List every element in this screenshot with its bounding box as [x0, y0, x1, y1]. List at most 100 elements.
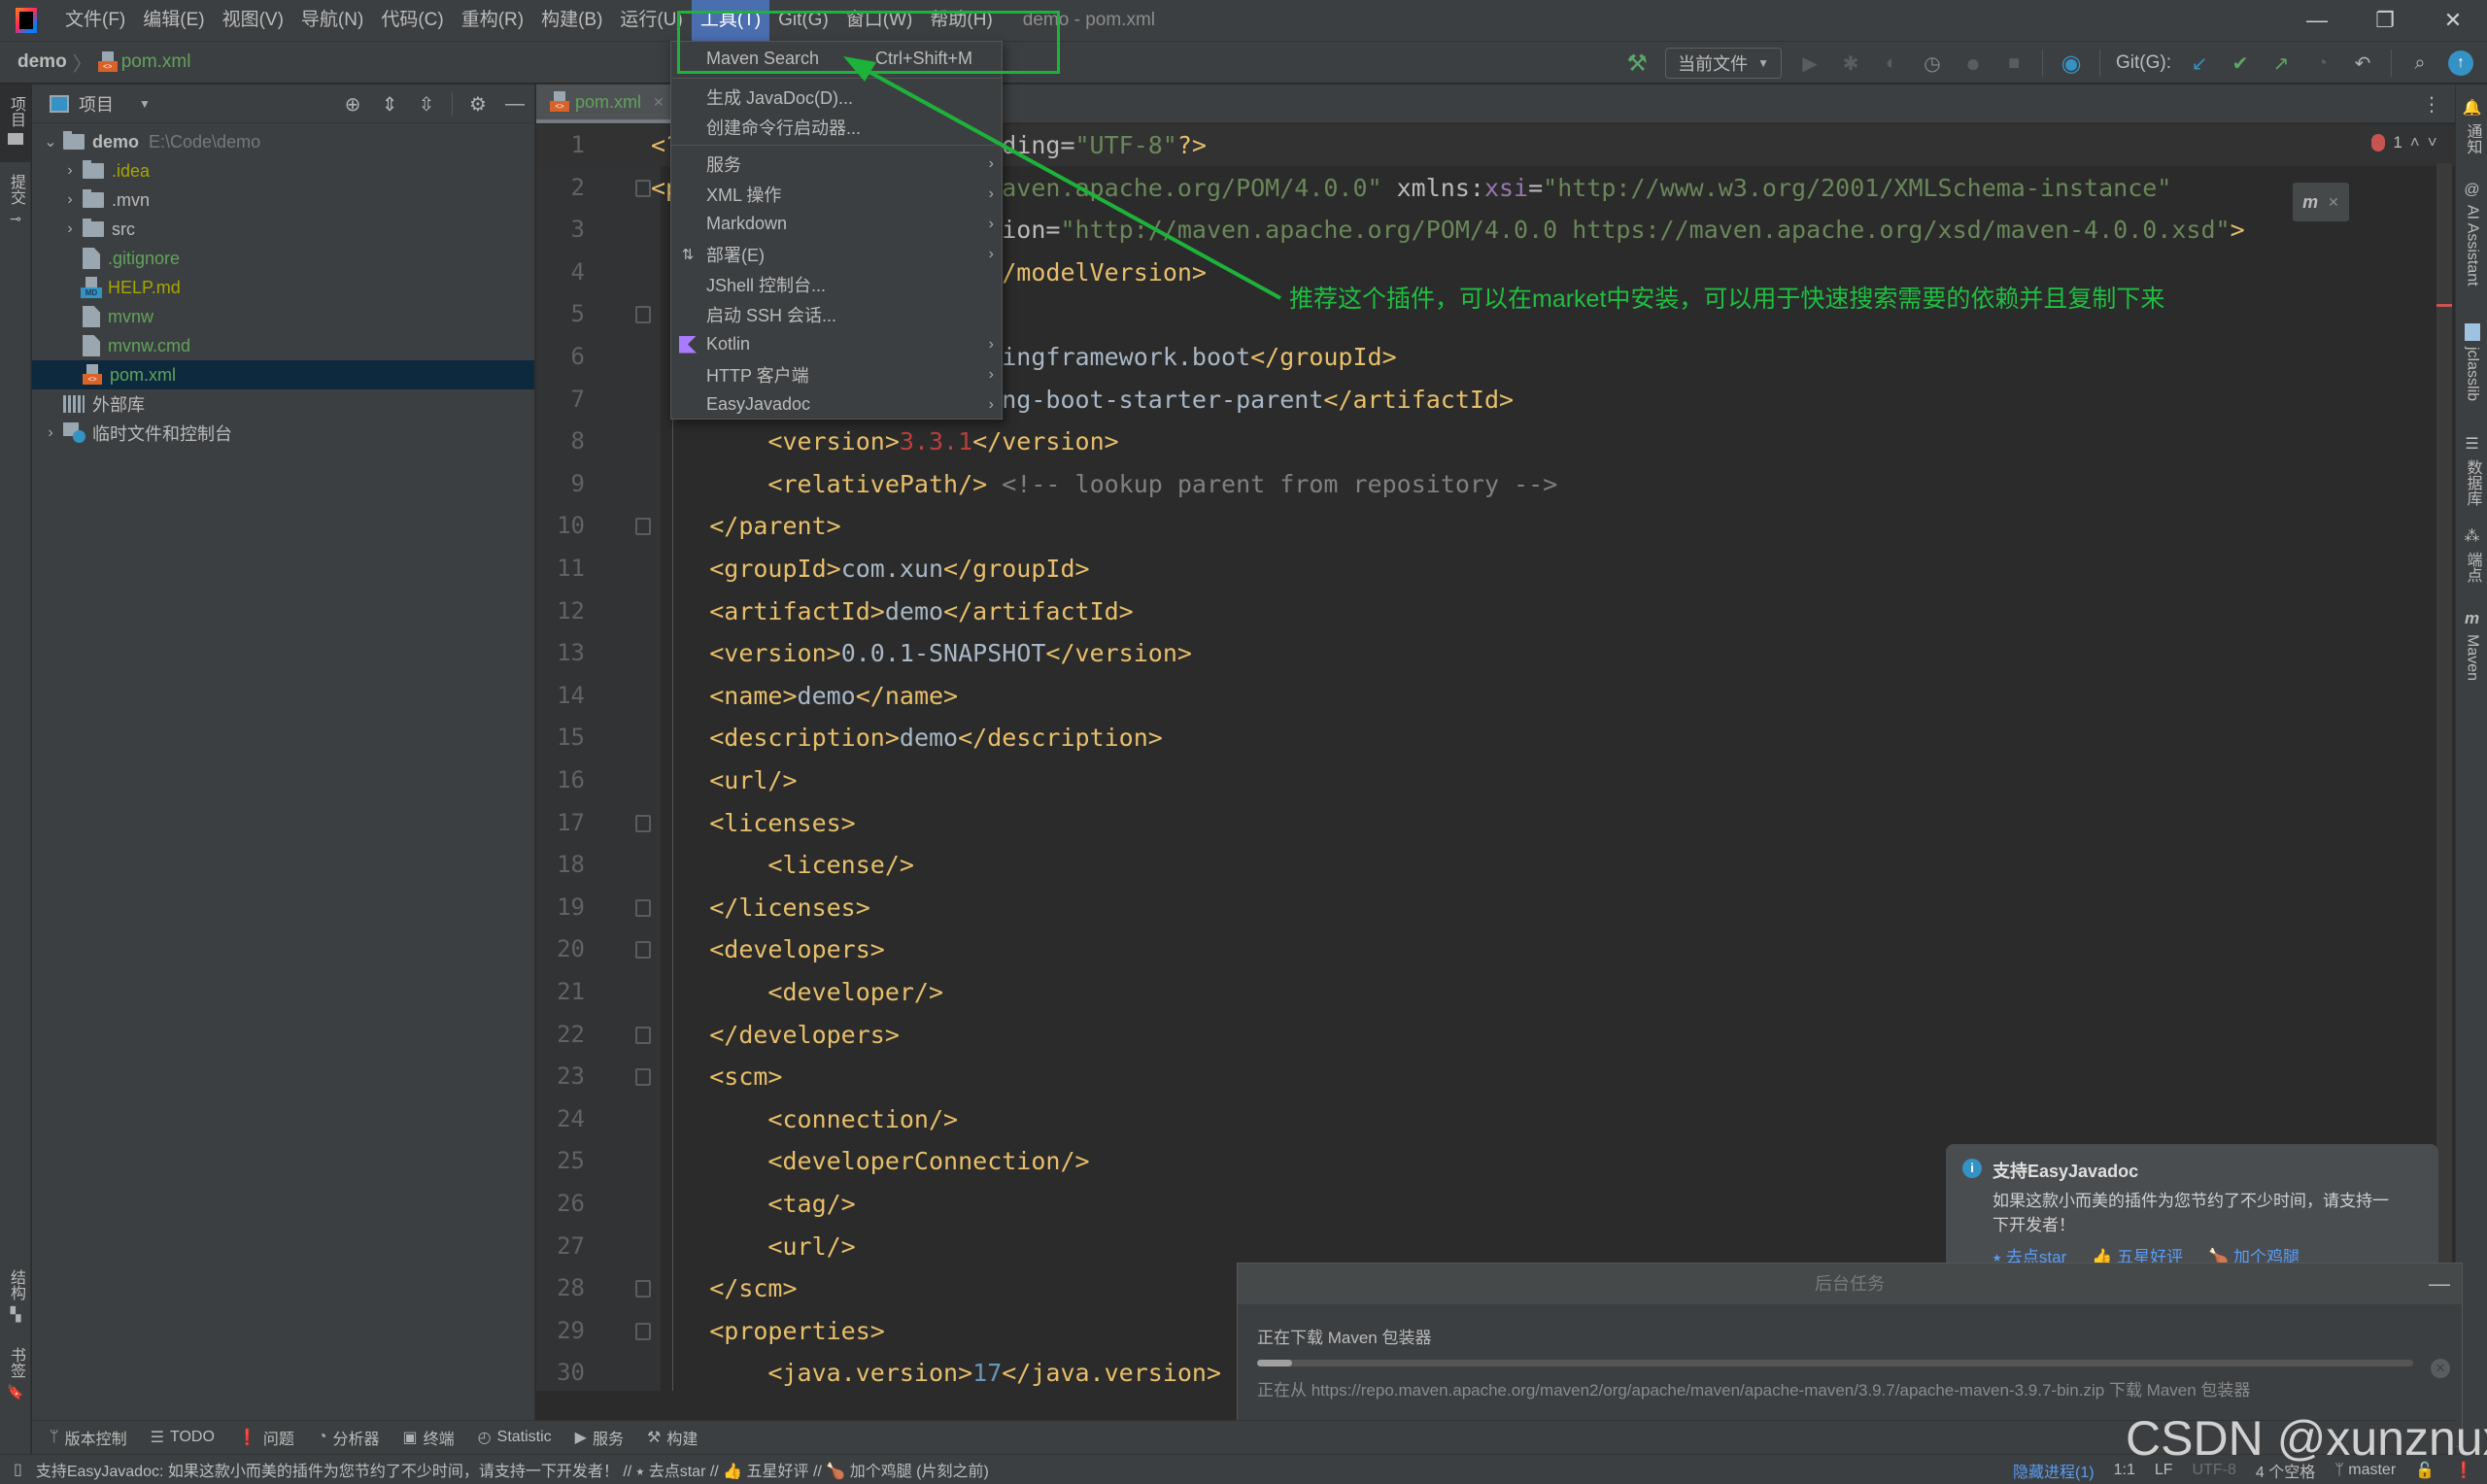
- menu-item[interactable]: 窗口(W): [837, 0, 922, 41]
- tool-tab-ai-assistant[interactable]: @ AI Assistant: [2456, 182, 2487, 287]
- tools-menu-item[interactable]: ⇅ 部署(E) ›: [671, 239, 1002, 269]
- code-line[interactable]: 14 <name>demo</name>: [536, 675, 2455, 717]
- line-number[interactable]: 22: [536, 1014, 585, 1056]
- fold-marker-icon[interactable]: [635, 179, 651, 197]
- close-icon[interactable]: ✕: [2328, 194, 2339, 211]
- bottom-tool-tab[interactable]: ▶ 服务: [575, 1426, 624, 1449]
- bottom-tool-tab[interactable]: ⚒ 构建: [647, 1426, 698, 1449]
- line-number[interactable]: 29: [536, 1310, 585, 1352]
- status-message[interactable]: ▯ 支持EasyJavadoc: 如果这款小而美的插件为您节约了不少时间，请支持…: [14, 1458, 989, 1481]
- inspection-widget[interactable]: 1 ˄ ˅: [2361, 124, 2448, 161]
- tool-tab-maven[interactable]: m Maven: [2456, 609, 2487, 681]
- line-number[interactable]: 10: [536, 505, 585, 547]
- fold-marker-icon[interactable]: [635, 1322, 651, 1340]
- tree-item[interactable]: pom.xml: [32, 360, 534, 389]
- maven-reload-icon[interactable]: m: [2302, 192, 2318, 213]
- fold-marker-icon[interactable]: [635, 306, 651, 324]
- bottom-tool-tab[interactable]: ◔ 分析器: [318, 1426, 380, 1449]
- tools-menu-item[interactable]: XML 操作 ›: [671, 179, 1002, 209]
- code-line[interactable]: 8 <version>3.3.1</version>: [536, 421, 2455, 462]
- tool-tab-jclasslib[interactable]: jclasslib: [2456, 323, 2487, 401]
- line-number[interactable]: 23: [536, 1056, 585, 1097]
- tree-item[interactable]: 外部库: [32, 389, 534, 419]
- code-line[interactable]: 15 <description>demo</description>: [536, 717, 2455, 759]
- code-line[interactable]: 21 <developer/>: [536, 971, 2455, 1013]
- debug-icon[interactable]: ✱: [1838, 51, 1863, 76]
- editor-tab-pom[interactable]: pom.xml ✕: [536, 84, 670, 123]
- code-line[interactable]: 10 </parent>: [536, 505, 2455, 547]
- chevron-down-icon[interactable]: ⌄: [42, 132, 59, 152]
- git-rollback-icon[interactable]: ↶: [2350, 51, 2375, 76]
- chevron-right-icon[interactable]: ›: [61, 191, 79, 209]
- menu-item[interactable]: 帮助(H): [921, 0, 1001, 41]
- line-number[interactable]: 21: [536, 971, 585, 1013]
- tool-tab-database[interactable]: ☰ 数据库: [2456, 434, 2487, 506]
- speedometer-plugin-icon[interactable]: ◉: [2059, 51, 2084, 77]
- menu-item[interactable]: 构建(B): [532, 0, 611, 41]
- line-number[interactable]: 19: [536, 887, 585, 928]
- chevron-right-icon[interactable]: ›: [61, 162, 79, 180]
- line-number[interactable]: 12: [536, 590, 585, 632]
- menu-item[interactable]: 导航(N): [292, 0, 372, 41]
- code-line[interactable]: 18 <license/>: [536, 844, 2455, 886]
- cancel-task-icon[interactable]: ✕: [2431, 1359, 2450, 1378]
- chevron-right-icon[interactable]: ›: [42, 424, 59, 442]
- breadcrumb-file[interactable]: pom.xml: [121, 51, 191, 73]
- expand-all-icon[interactable]: ⇕: [378, 92, 401, 116]
- editor-scrollbar[interactable]: [2436, 163, 2452, 1387]
- menu-item[interactable]: 视图(V): [214, 0, 292, 41]
- menu-item[interactable]: 工具(T): [691, 0, 770, 41]
- more-options-icon[interactable]: ⋮: [2422, 92, 2441, 117]
- run-config-selector[interactable]: 当前文件 ▼: [1665, 48, 1782, 79]
- line-number[interactable]: 9: [536, 463, 585, 505]
- run-icon[interactable]: ▶: [1797, 51, 1823, 76]
- coverage-icon[interactable]: ◐: [1879, 51, 1904, 76]
- tree-item[interactable]: HELP.md: [32, 273, 534, 302]
- tools-menu-item[interactable]: EasyJavadoc ›: [671, 389, 1002, 420]
- tree-item[interactable]: mvnw.cmd: [32, 331, 534, 360]
- tree-item[interactable]: › 临时文件和控制台: [32, 419, 534, 448]
- code-line[interactable]: 22 </developers>: [536, 1014, 2455, 1056]
- code-line[interactable]: 20 <developers>: [536, 928, 2455, 970]
- tool-tab-bookmarks[interactable]: 书签 🔖: [0, 1347, 31, 1415]
- minimize-button[interactable]: —: [2283, 0, 2351, 41]
- fold-marker-icon[interactable]: [635, 1280, 651, 1298]
- error-stripe-marker[interactable]: [2436, 304, 2452, 307]
- collapse-all-icon[interactable]: ⇳: [415, 92, 438, 116]
- line-number[interactable]: 20: [536, 928, 585, 970]
- fold-marker-icon[interactable]: [635, 814, 651, 832]
- search-icon[interactable]: ⌕: [2407, 51, 2433, 76]
- menu-item[interactable]: 编辑(E): [134, 0, 213, 41]
- menu-item[interactable]: 重构(R): [453, 0, 532, 41]
- menu-item[interactable]: 代码(C): [372, 0, 452, 41]
- fold-marker-icon[interactable]: [635, 1026, 651, 1044]
- tool-tab-commit[interactable]: 提交 ⊸: [0, 174, 31, 242]
- chevron-down-icon[interactable]: ˅: [2428, 133, 2437, 152]
- line-number[interactable]: 5: [536, 293, 585, 335]
- close-button[interactable]: ✕: [2419, 0, 2487, 41]
- line-number[interactable]: 13: [536, 632, 585, 674]
- git-commit-icon[interactable]: ✔: [2228, 51, 2253, 76]
- hidden-processes-link[interactable]: 隐藏进程(1): [2013, 1459, 2095, 1482]
- tools-menu-item[interactable]: 生成 JavaDoc(D)...: [671, 82, 1002, 112]
- bottom-tool-tab[interactable]: ◴ Statistic: [478, 1428, 552, 1447]
- close-tab-icon[interactable]: ✕: [653, 94, 664, 111]
- tool-tab-project[interactable]: 项目: [0, 84, 31, 162]
- maven-reload-widget[interactable]: m ✕: [2293, 183, 2349, 221]
- line-number[interactable]: 25: [536, 1140, 585, 1182]
- tools-menu-item[interactable]: 服务 ›: [671, 149, 1002, 179]
- line-number[interactable]: 28: [536, 1267, 585, 1309]
- line-number[interactable]: 17: [536, 802, 585, 844]
- line-number[interactable]: 30: [536, 1352, 585, 1394]
- line-number[interactable]: 8: [536, 421, 585, 462]
- code-line[interactable]: 24 <connection/>: [536, 1098, 2455, 1140]
- line-number[interactable]: 4: [536, 252, 585, 293]
- tool-tab-structure[interactable]: 结构 ▚: [0, 1269, 31, 1337]
- line-number[interactable]: 16: [536, 759, 585, 801]
- minimize-panel-icon[interactable]: —: [2429, 1264, 2450, 1304]
- line-number[interactable]: 7: [536, 379, 585, 421]
- record-icon[interactable]: ●: [1960, 49, 1986, 78]
- chevron-up-icon[interactable]: ˄: [2410, 133, 2420, 152]
- line-number[interactable]: 26: [536, 1183, 585, 1225]
- line-number[interactable]: 24: [536, 1098, 585, 1140]
